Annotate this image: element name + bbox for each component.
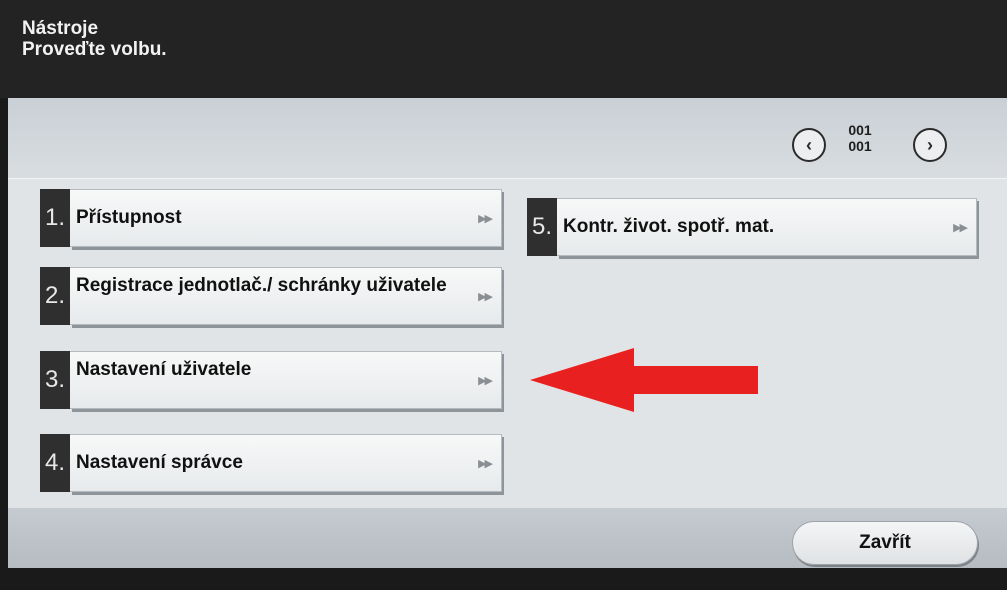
menu-item-label: Nastavení správce xyxy=(76,452,243,473)
menu-item-consumables-life[interactable]: 5. Kontr. život. spotř. mat. ▶▶ xyxy=(527,198,977,256)
menu-item-user-settings[interactable]: 3. Nastavení uživatele ▶▶ xyxy=(40,351,502,409)
menu-item-number: 4. xyxy=(40,434,70,492)
menu-item-button[interactable]: Přístupnost ▶▶ xyxy=(70,189,502,247)
screen-title: Nástroje Proveďte volbu. xyxy=(22,18,167,60)
menu-item-number: 1. xyxy=(40,189,70,247)
menu-item-number: 5. xyxy=(527,198,557,256)
chevron-left-icon: ‹ xyxy=(806,134,812,155)
next-page-button[interactable]: › xyxy=(913,128,947,162)
menu-item-button[interactable]: Registrace jednotlač./ schránky uživatel… xyxy=(70,267,502,325)
double-chevron-right-icon: ▶▶ xyxy=(478,213,493,225)
menu-item-user-box-registration[interactable]: 2. Registrace jednotlač./ schránky uživa… xyxy=(40,267,502,325)
menu-item-label: Registrace jednotlač./ schránky uživatel… xyxy=(76,275,447,296)
double-chevron-right-icon: ▶▶ xyxy=(953,222,968,234)
total-pages: 001 xyxy=(848,138,872,154)
page-counter: 001 001 xyxy=(840,122,880,154)
prev-page-button[interactable]: ‹ xyxy=(792,128,826,162)
menu-item-label: Přístupnost xyxy=(76,207,182,228)
menu-item-button[interactable]: Nastavení správce ▶▶ xyxy=(70,434,502,492)
current-page: 001 xyxy=(848,122,872,138)
menu-item-number: 2. xyxy=(40,267,70,325)
subtitle-text: Proveďte volbu. xyxy=(22,39,167,60)
double-chevron-right-icon: ▶▶ xyxy=(478,458,493,470)
menu-item-admin-settings[interactable]: 4. Nastavení správce ▶▶ xyxy=(40,434,502,492)
menu-item-accessibility[interactable]: 1. Přístupnost ▶▶ xyxy=(40,189,502,247)
chevron-right-icon: › xyxy=(927,134,933,155)
menu-item-button[interactable]: Kontr. život. spotř. mat. ▶▶ xyxy=(557,198,977,256)
menu-item-number: 3. xyxy=(40,351,70,409)
double-chevron-right-icon: ▶▶ xyxy=(478,291,493,303)
red-arrow-left-icon xyxy=(530,348,758,412)
menu-item-label: Nastavení uživatele xyxy=(76,359,252,380)
menu-item-label: Kontr. život. spotř. mat. xyxy=(563,216,775,237)
header: Nástroje Proveďte volbu. xyxy=(0,0,1007,98)
menu-item-button[interactable]: Nastavení uživatele ▶▶ xyxy=(70,351,502,409)
touch-screen xyxy=(8,98,1007,568)
close-button[interactable]: Zavřít xyxy=(792,521,978,565)
title-text: Nástroje xyxy=(22,18,99,39)
double-chevron-right-icon: ▶▶ xyxy=(478,375,493,387)
